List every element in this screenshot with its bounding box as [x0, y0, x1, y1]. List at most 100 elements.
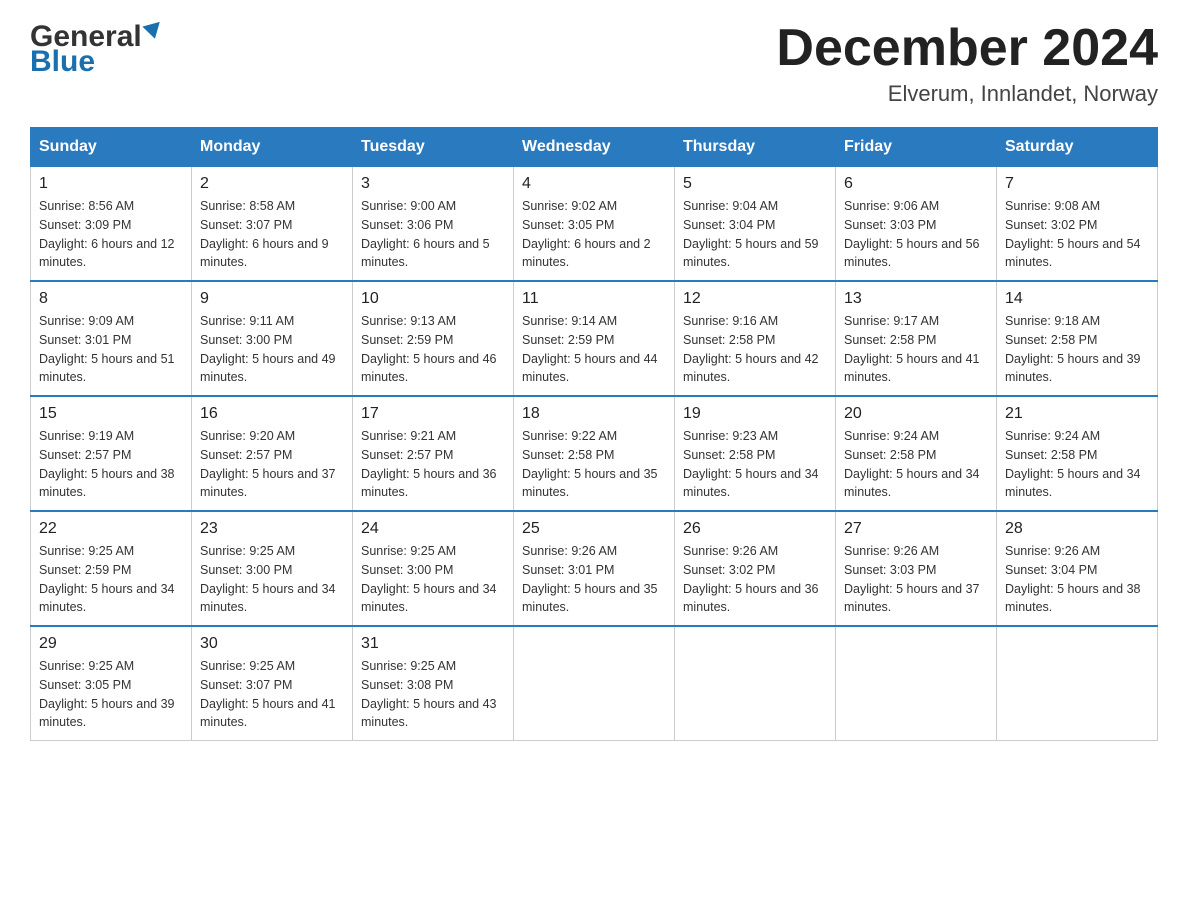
- day-number: 10: [361, 290, 505, 308]
- day-info: Sunrise: 9:04 AMSunset: 3:04 PMDaylight:…: [683, 197, 827, 272]
- calendar-cell: 8 Sunrise: 9:09 AMSunset: 3:01 PMDaylight…: [31, 281, 192, 396]
- day-info: Sunrise: 9:21 AMSunset: 2:57 PMDaylight:…: [361, 427, 505, 502]
- calendar-cell: [675, 626, 836, 741]
- day-number: 13: [844, 290, 988, 308]
- day-info: Sunrise: 9:25 AMSunset: 3:07 PMDaylight:…: [200, 657, 344, 732]
- calendar-cell: 17 Sunrise: 9:21 AMSunset: 2:57 PMDayligh…: [353, 396, 514, 511]
- day-info: Sunrise: 9:24 AMSunset: 2:58 PMDaylight:…: [844, 427, 988, 502]
- day-info: Sunrise: 9:25 AMSunset: 3:08 PMDaylight:…: [361, 657, 505, 732]
- calendar-cell: 6 Sunrise: 9:06 AMSunset: 3:03 PMDaylight…: [836, 167, 997, 282]
- day-info: Sunrise: 8:56 AMSunset: 3:09 PMDaylight:…: [39, 197, 183, 272]
- calendar-cell: [836, 626, 997, 741]
- day-info: Sunrise: 9:24 AMSunset: 2:58 PMDaylight:…: [1005, 427, 1149, 502]
- week-row-4: 22 Sunrise: 9:25 AMSunset: 2:59 PMDayligh…: [31, 511, 1158, 626]
- calendar-cell: 20 Sunrise: 9:24 AMSunset: 2:58 PMDayligh…: [836, 396, 997, 511]
- day-number: 18: [522, 405, 666, 423]
- day-number: 2: [200, 175, 344, 193]
- calendar-cell: 28Sunrise: 9:26 AMSunset: 3:04 PMDayligh…: [997, 511, 1158, 626]
- day-number: 27: [844, 520, 988, 538]
- calendar-cell: 25 Sunrise: 9:26 AMSunset: 3:01 PMDayligh…: [514, 511, 675, 626]
- day-number: 12: [683, 290, 827, 308]
- day-info: Sunrise: 9:06 AMSunset: 3:03 PMDaylight:…: [844, 197, 988, 272]
- day-number: 26: [683, 520, 827, 538]
- col-sunday: Sunday: [31, 128, 192, 167]
- col-wednesday: Wednesday: [514, 128, 675, 167]
- day-info: Sunrise: 9:25 AMSunset: 3:05 PMDaylight:…: [39, 657, 183, 732]
- day-number: 17: [361, 405, 505, 423]
- day-number: 4: [522, 175, 666, 193]
- calendar-cell: 29 Sunrise: 9:25 AMSunset: 3:05 PMDayligh…: [31, 626, 192, 741]
- calendar-cell: 16 Sunrise: 9:20 AMSunset: 2:57 PMDayligh…: [192, 396, 353, 511]
- calendar-cell: 27 Sunrise: 9:26 AMSunset: 3:03 PMDayligh…: [836, 511, 997, 626]
- day-info: Sunrise: 9:23 AMSunset: 2:58 PMDaylight:…: [683, 427, 827, 502]
- day-number: 11: [522, 290, 666, 308]
- day-info: Sunrise: 9:19 AMSunset: 2:57 PMDaylight:…: [39, 427, 183, 502]
- calendar-cell: 5 Sunrise: 9:04 AMSunset: 3:04 PMDaylight…: [675, 167, 836, 282]
- day-number: 1: [39, 175, 183, 193]
- calendar-cell: 2 Sunrise: 8:58 AMSunset: 3:07 PMDaylight…: [192, 167, 353, 282]
- day-number: 8: [39, 290, 183, 308]
- col-friday: Friday: [836, 128, 997, 167]
- calendar-cell: 7 Sunrise: 9:08 AMSunset: 3:02 PMDaylight…: [997, 167, 1158, 282]
- day-info: Sunrise: 9:26 AMSunset: 3:02 PMDaylight:…: [683, 542, 827, 617]
- calendar-cell: 13 Sunrise: 9:17 AMSunset: 2:58 PMDayligh…: [836, 281, 997, 396]
- day-number: 6: [844, 175, 988, 193]
- calendar-cell: [514, 626, 675, 741]
- header-row: Sunday Monday Tuesday Wednesday Thursday…: [31, 128, 1158, 167]
- day-info: Sunrise: 9:13 AMSunset: 2:59 PMDaylight:…: [361, 312, 505, 387]
- day-info: Sunrise: 9:16 AMSunset: 2:58 PMDaylight:…: [683, 312, 827, 387]
- header: General Blue December 2024 Elverum, Innl…: [30, 20, 1158, 107]
- day-number: 5: [683, 175, 827, 193]
- calendar-table: Sunday Monday Tuesday Wednesday Thursday…: [30, 127, 1158, 741]
- calendar-cell: 18Sunrise: 9:22 AMSunset: 2:58 PMDayligh…: [514, 396, 675, 511]
- day-info: Sunrise: 9:14 AMSunset: 2:59 PMDaylight:…: [522, 312, 666, 387]
- col-thursday: Thursday: [675, 128, 836, 167]
- calendar-cell: 11 Sunrise: 9:14 AMSunset: 2:59 PMDayligh…: [514, 281, 675, 396]
- col-saturday: Saturday: [997, 128, 1158, 167]
- day-number: 19: [683, 405, 827, 423]
- day-info: Sunrise: 9:18 AMSunset: 2:58 PMDaylight:…: [1005, 312, 1149, 387]
- day-number: 15: [39, 405, 183, 423]
- day-info: Sunrise: 9:26 AMSunset: 3:03 PMDaylight:…: [844, 542, 988, 617]
- day-number: 29: [39, 635, 183, 653]
- day-number: 7: [1005, 175, 1149, 193]
- day-info: Sunrise: 9:08 AMSunset: 3:02 PMDaylight:…: [1005, 197, 1149, 272]
- day-number: 9: [200, 290, 344, 308]
- logo-triangle-icon: [142, 21, 163, 40]
- day-info: Sunrise: 9:20 AMSunset: 2:57 PMDaylight:…: [200, 427, 344, 502]
- day-number: 28: [1005, 520, 1149, 538]
- calendar-cell: [997, 626, 1158, 741]
- day-info: Sunrise: 9:26 AMSunset: 3:01 PMDaylight:…: [522, 542, 666, 617]
- day-info: Sunrise: 9:25 AMSunset: 3:00 PMDaylight:…: [200, 542, 344, 617]
- calendar-cell: 12 Sunrise: 9:16 AMSunset: 2:58 PMDayligh…: [675, 281, 836, 396]
- week-row-5: 29 Sunrise: 9:25 AMSunset: 3:05 PMDayligh…: [31, 626, 1158, 741]
- calendar-cell: 9 Sunrise: 9:11 AMSunset: 3:00 PMDaylight…: [192, 281, 353, 396]
- calendar-cell: 3Sunrise: 9:00 AMSunset: 3:06 PMDaylight…: [353, 167, 514, 282]
- day-number: 14: [1005, 290, 1149, 308]
- col-tuesday: Tuesday: [353, 128, 514, 167]
- calendar-cell: 10 Sunrise: 9:13 AMSunset: 2:59 PMDayligh…: [353, 281, 514, 396]
- day-info: Sunrise: 9:25 AMSunset: 2:59 PMDaylight:…: [39, 542, 183, 617]
- day-info: Sunrise: 9:11 AMSunset: 3:00 PMDaylight:…: [200, 312, 344, 387]
- day-number: 23: [200, 520, 344, 538]
- day-number: 20: [844, 405, 988, 423]
- day-info: Sunrise: 9:09 AMSunset: 3:01 PMDaylight:…: [39, 312, 183, 387]
- day-number: 16: [200, 405, 344, 423]
- day-number: 25: [522, 520, 666, 538]
- day-info: Sunrise: 8:58 AMSunset: 3:07 PMDaylight:…: [200, 197, 344, 272]
- calendar-cell: 22 Sunrise: 9:25 AMSunset: 2:59 PMDayligh…: [31, 511, 192, 626]
- day-number: 24: [361, 520, 505, 538]
- day-number: 21: [1005, 405, 1149, 423]
- day-info: Sunrise: 9:17 AMSunset: 2:58 PMDaylight:…: [844, 312, 988, 387]
- calendar-cell: 21 Sunrise: 9:24 AMSunset: 2:58 PMDayligh…: [997, 396, 1158, 511]
- day-number: 31: [361, 635, 505, 653]
- logo: General Blue: [30, 20, 162, 74]
- calendar-cell: 24 Sunrise: 9:25 AMSunset: 3:00 PMDayligh…: [353, 511, 514, 626]
- calendar-cell: 23 Sunrise: 9:25 AMSunset: 3:00 PMDayligh…: [192, 511, 353, 626]
- day-info: Sunrise: 9:25 AMSunset: 3:00 PMDaylight:…: [361, 542, 505, 617]
- logo-blue-text: Blue: [30, 50, 95, 74]
- week-row-2: 8 Sunrise: 9:09 AMSunset: 3:01 PMDaylight…: [31, 281, 1158, 396]
- day-number: 22: [39, 520, 183, 538]
- day-number: 3: [361, 175, 505, 193]
- title-area: December 2024 Elverum, Innlandet, Norway: [776, 20, 1158, 107]
